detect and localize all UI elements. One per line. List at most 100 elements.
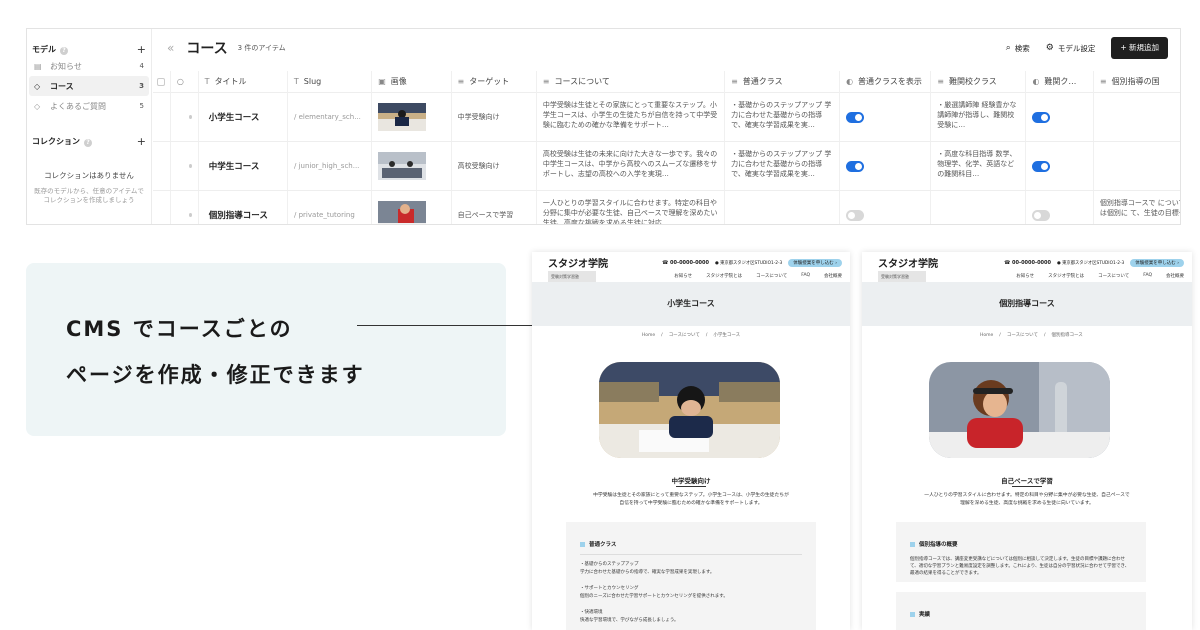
breadcrumb-courses[interactable]: コースについて bbox=[669, 333, 700, 338]
nav-item[interactable]: コースについて bbox=[756, 273, 787, 279]
table-row[interactable]: 個別指導コース / private_tutoring 自己ペースで学習 一人ひと… bbox=[153, 191, 1180, 224]
nav-item[interactable]: スタジオ学院とは bbox=[706, 273, 742, 279]
nav-item[interactable]: お知らせ bbox=[674, 273, 692, 279]
column-header-slug[interactable]: T Slug bbox=[288, 70, 373, 93]
table-row[interactable]: 小学生コース / elementary_sch... 中学受験向け 中学受験は生… bbox=[153, 93, 1180, 142]
trial-cta-button[interactable]: 体験授業を申し込む › bbox=[788, 259, 842, 267]
cell-about[interactable]: 中学受験は生徒とその家族にとって重要なステップ。小学生コースは、小学生の生徒たち… bbox=[537, 93, 726, 141]
row-checkbox[interactable] bbox=[153, 142, 171, 190]
add-item-button[interactable]: + 新規追加 bbox=[1111, 37, 1168, 59]
richtext-type-icon: ≡ bbox=[937, 77, 944, 86]
collections-empty-desc: 既存のモデルから、任意のアイテムで コレクションを作成しましょう bbox=[27, 187, 151, 205]
cell-private[interactable] bbox=[1094, 142, 1180, 190]
cell-advanced[interactable]: ・厳選講師陣 経験豊かな講師陣が指導し、難関校受験に… bbox=[931, 93, 1027, 141]
table-header: ○ T タイトル T Slug ▣ 画像 ≡ ターゲット ≡ コースについて ≡ 普通クラス… bbox=[153, 70, 1180, 93]
phone-text: 00-0000-0000 bbox=[1012, 260, 1051, 266]
cell-regular[interactable] bbox=[725, 191, 841, 224]
document-icon: ▤ bbox=[34, 61, 42, 71]
advanced-show-toggle[interactable] bbox=[1032, 111, 1051, 123]
cell-regular-show[interactable] bbox=[840, 142, 932, 190]
regular-show-toggle[interactable] bbox=[846, 160, 865, 172]
help-icon[interactable]: ? bbox=[84, 138, 92, 147]
results-box: 実績 bbox=[896, 592, 1146, 630]
regular-show-toggle[interactable] bbox=[846, 209, 865, 221]
row-checkbox[interactable] bbox=[153, 191, 171, 224]
cell-regular[interactable]: ・基礎からのステップアップ 学力に合わせた基礎からの指導で、確実な学習成果を実… bbox=[725, 142, 841, 190]
cell-title[interactable]: 中学生コース bbox=[199, 142, 289, 190]
cell-advanced[interactable]: ・高度な科目指導 数学、物理学、化学、英語などの難関科目… bbox=[931, 142, 1027, 190]
cell-private[interactable]: 個別指導コースで については個別に て、生徒の目標や bbox=[1094, 191, 1180, 224]
cell-slug[interactable]: / elementary_sch... bbox=[288, 93, 373, 141]
column-header-advanced[interactable]: ≡ 難関校クラス bbox=[931, 70, 1027, 93]
column-header-regular[interactable]: ≡ 普通クラス bbox=[725, 70, 841, 93]
sidebar-item-faq[interactable]: ◇ よくあるご質問 5 bbox=[29, 96, 149, 116]
nav-item[interactable]: FAQ bbox=[801, 273, 810, 279]
cell-regular[interactable]: ・基礎からのステップアップ 学力に合わせた基礎からの指導で、確実な学習成果を実… bbox=[725, 93, 841, 141]
breadcrumb-home[interactable]: Home bbox=[642, 333, 655, 338]
site-logo[interactable]: スタジオ学院 受験対策学習塾 bbox=[548, 259, 608, 282]
nav-item[interactable]: スタジオ学院とは bbox=[1048, 273, 1084, 279]
nav-item[interactable]: 会社概要 bbox=[824, 273, 842, 279]
site-contact: ☎ 00-0000-0000 ● 東京都スタジオ区STUDIO1-2-3 体験授… bbox=[662, 259, 842, 267]
column-header-about[interactable]: ≡ コースについて bbox=[537, 70, 726, 93]
cell-image[interactable] bbox=[372, 142, 452, 190]
course-thumbnail bbox=[378, 103, 427, 131]
status-dot bbox=[171, 191, 199, 224]
phone-number[interactable]: ☎ 00-0000-0000 bbox=[662, 260, 709, 266]
column-header-regular-show[interactable]: ◐ 普通クラスを表示 bbox=[840, 70, 932, 93]
select-all-checkbox[interactable] bbox=[153, 70, 171, 93]
address-text: 東京都スタジオ区STUDIO1-2-3 bbox=[1062, 261, 1125, 266]
cell-target[interactable]: 高校受験向け bbox=[452, 142, 537, 190]
content-header: « コース 3 件のアイテム ⌕ 検索 ⚙ モデル設定 + 新規追加 bbox=[153, 29, 1180, 67]
column-header-target[interactable]: ≡ ターゲット bbox=[452, 70, 537, 93]
phone-number[interactable]: ☎ 00-0000-0000 bbox=[1004, 260, 1051, 266]
cell-slug[interactable]: / private_tutoring bbox=[288, 191, 373, 224]
site-logo[interactable]: スタジオ学院 受験対策学習塾 bbox=[878, 259, 938, 282]
cell-advanced-show[interactable] bbox=[1026, 142, 1094, 190]
cell-image[interactable] bbox=[372, 191, 452, 224]
cell-advanced-show[interactable] bbox=[1026, 191, 1094, 224]
cell-private[interactable] bbox=[1094, 93, 1180, 141]
cell-title[interactable]: 個別指導コース bbox=[199, 191, 289, 224]
breadcrumb-home[interactable]: Home bbox=[980, 333, 993, 338]
column-header-title[interactable]: T タイトル bbox=[199, 70, 288, 93]
column-header-advanced-show[interactable]: ◐ 難関ク… bbox=[1026, 70, 1094, 93]
trial-cta-button[interactable]: 体験授業を申し込む › bbox=[1130, 259, 1184, 267]
add-collection-button[interactable]: + bbox=[137, 135, 146, 148]
cell-regular-show[interactable] bbox=[840, 191, 932, 224]
nav-item[interactable]: お知らせ bbox=[1016, 273, 1034, 279]
row-checkbox[interactable] bbox=[153, 93, 171, 141]
column-header-private[interactable]: ≡ 個別指導の国 bbox=[1094, 71, 1180, 93]
cell-image[interactable] bbox=[372, 93, 452, 141]
breadcrumb-current: 小学生コース bbox=[713, 333, 741, 338]
cell-about[interactable]: 一人ひとりの学習スタイルに合わせます。特定の科目や分野に集中が必要な生徒、自己ペ… bbox=[537, 191, 726, 224]
regular-show-toggle[interactable] bbox=[846, 111, 865, 123]
advanced-show-toggle[interactable] bbox=[1032, 209, 1051, 221]
box-heading: 個別指導の概要 bbox=[910, 540, 1146, 548]
collapse-icon[interactable]: « bbox=[167, 41, 174, 55]
cell-target[interactable]: 中学受験向け bbox=[452, 93, 537, 141]
model-settings-button[interactable]: ⚙ モデル設定 bbox=[1046, 43, 1096, 54]
nav-item[interactable]: コースについて bbox=[1098, 273, 1129, 279]
cell-slug[interactable]: / junior_high_sch... bbox=[288, 142, 373, 190]
cell-target[interactable]: 自己ペースで学習 bbox=[452, 191, 537, 224]
nav-item[interactable]: 会社概要 bbox=[1166, 273, 1184, 279]
nav-item[interactable]: FAQ bbox=[1143, 273, 1152, 279]
cell-about[interactable]: 高校受験は生徒の未来に向けた大きな一歩です。我々の中学生コースは、中学から高校へ… bbox=[537, 142, 726, 190]
add-model-button[interactable]: + bbox=[137, 43, 146, 56]
search-button[interactable]: ⌕ 検索 bbox=[1006, 43, 1030, 54]
private-overview-box: 個別指導の概要 個別指導コースでは、講座変更受講などについては個別に相談して決定… bbox=[896, 522, 1146, 582]
column-header-image[interactable]: ▣ 画像 bbox=[372, 70, 452, 93]
cell-regular-show[interactable] bbox=[840, 93, 932, 141]
help-icon[interactable]: ? bbox=[60, 46, 68, 55]
cell-advanced-show[interactable] bbox=[1026, 93, 1094, 141]
breadcrumb-courses[interactable]: コースについて bbox=[1007, 333, 1038, 338]
sidebar-item-label: コース bbox=[50, 81, 74, 91]
table-row[interactable]: 中学生コース / junior_high_sch... 高校受験向け 高校受験は… bbox=[153, 142, 1180, 191]
cell-title[interactable]: 小学生コース bbox=[199, 93, 289, 141]
sidebar-item-courses[interactable]: ◇ コース 3 bbox=[29, 76, 149, 96]
hero-image bbox=[599, 362, 780, 458]
sidebar-item-news[interactable]: ▤ お知らせ 4 bbox=[29, 56, 149, 76]
cell-advanced[interactable] bbox=[931, 191, 1027, 224]
advanced-show-toggle[interactable] bbox=[1032, 160, 1051, 172]
